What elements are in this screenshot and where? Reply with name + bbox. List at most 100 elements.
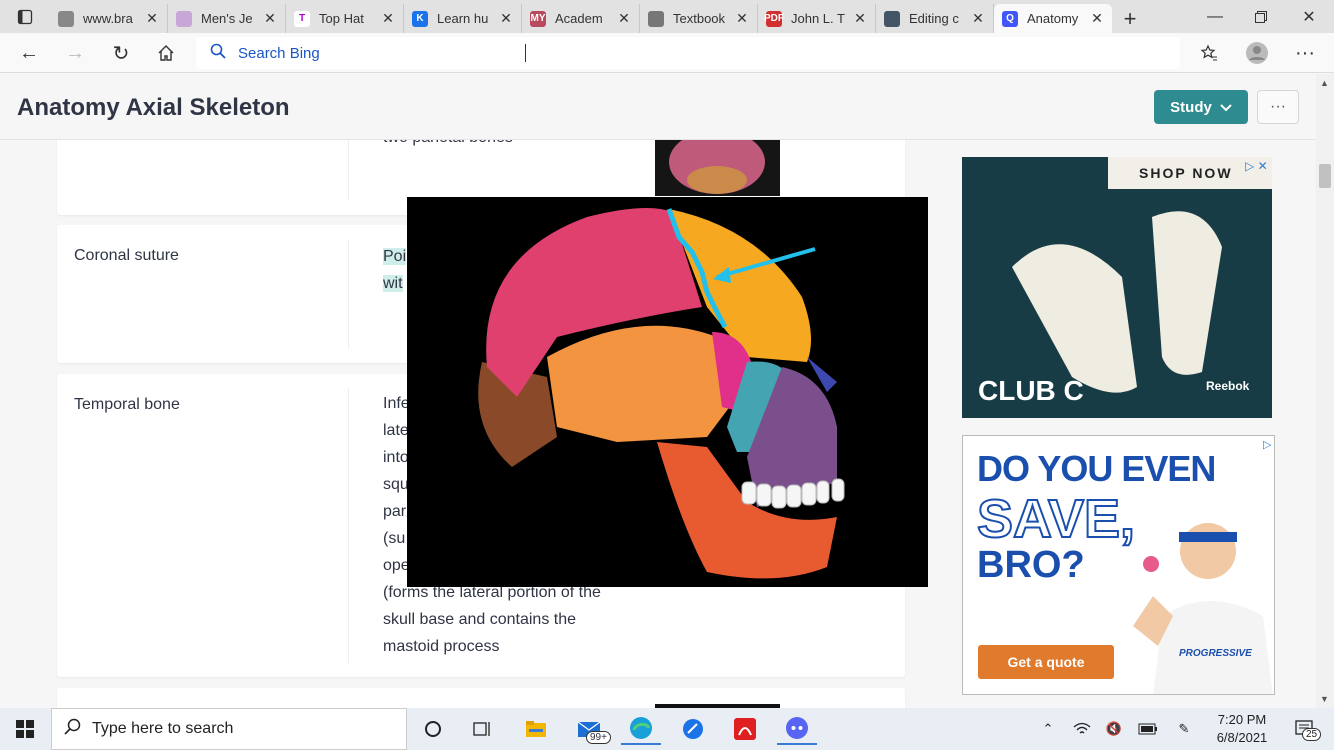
address-input[interactable]	[238, 44, 1111, 62]
progressive-ad[interactable]: ▷ DO YOU EVEN SAVE, BRO? Get a quote PRO…	[962, 435, 1275, 695]
tab-favicon-icon	[884, 10, 900, 27]
card-divider	[348, 140, 349, 200]
browser-tab[interactable]: PDF John L. T ✕	[758, 4, 876, 33]
get-quote-button[interactable]: Get a quote	[978, 645, 1114, 679]
forward-icon[interactable]: →	[59, 38, 91, 68]
tab-label: Anatomy	[1027, 11, 1079, 26]
study-label: Study	[1170, 98, 1212, 116]
ad-headline-2: SAVE,	[976, 488, 1136, 550]
tab-favicon-icon: K	[412, 10, 428, 27]
tab-label: Top Hat	[319, 11, 364, 26]
close-tab-icon[interactable]: ✕	[499, 10, 513, 27]
new-tab-button[interactable]: +	[1112, 4, 1148, 33]
card-term: Coronal suture	[74, 247, 179, 264]
windows-taskbar: Type here to search 99+ ⌃ 🔇 ✎ 7:20 PM 6/…	[0, 708, 1334, 750]
browser-tab[interactable]: Editing c ✕	[876, 4, 994, 33]
volume-mute-icon[interactable]: 🔇	[1102, 708, 1126, 750]
favorites-icon[interactable]	[1193, 38, 1225, 68]
acrobat-icon[interactable]	[725, 713, 765, 745]
minimize-button[interactable]: —	[1192, 0, 1238, 33]
wifi-icon[interactable]	[1070, 708, 1094, 750]
taskbar-search[interactable]: Type here to search	[51, 708, 407, 750]
tab-actions-icon[interactable]	[0, 0, 50, 33]
tray-chevron-icon[interactable]: ⌃	[1036, 708, 1060, 750]
home-icon[interactable]	[150, 38, 182, 68]
definition-line: skull base and contains the	[383, 611, 577, 628]
clock[interactable]: 7:20 PM 6/8/2021	[1206, 708, 1278, 750]
settings-more-icon[interactable]: ···	[1289, 38, 1321, 68]
tab-label: Textbook	[673, 11, 726, 26]
browser-toolbar: ← → ↻ ···	[0, 33, 1334, 73]
browser-tab[interactable]: Q Anatomy ✕	[994, 4, 1112, 33]
close-window-button[interactable]: ✕	[1286, 0, 1332, 33]
scrollbar-thumb[interactable]	[1319, 164, 1331, 188]
browser-tab[interactable]: MY Academ ✕	[522, 4, 640, 33]
browser-tab[interactable]: Men's Je ✕	[168, 4, 286, 33]
notification-badge: 25	[1302, 728, 1322, 741]
text-caret	[525, 44, 526, 62]
page-title: Anatomy Axial Skeleton	[17, 94, 290, 121]
reebok-ad[interactable]: SHOP NOW ▷ ✕ CLUB C Reebok	[962, 157, 1272, 418]
tab-favicon-icon: Q	[1002, 10, 1018, 27]
pen-icon[interactable]: ✎	[1172, 708, 1196, 750]
profile-avatar[interactable]	[1241, 38, 1273, 68]
ad-choices-icon[interactable]: ▷	[1263, 438, 1271, 451]
browser-tab[interactable]: Textbook ✕	[640, 4, 758, 33]
reebok-logo: Reebok	[1206, 379, 1250, 393]
mail-icon[interactable]: 99+	[570, 713, 611, 745]
notification-icon[interactable]: 25	[1288, 708, 1322, 750]
ad-brand-line: CLUB C	[978, 375, 1084, 406]
card-divider	[348, 388, 349, 663]
discord-icon[interactable]	[777, 713, 817, 745]
clock-time: 7:20 PM	[1217, 712, 1267, 727]
clock-date: 6/8/2021	[1216, 730, 1268, 745]
ad-shop-now[interactable]: SHOP NOW	[1139, 165, 1233, 181]
more-options-button[interactable]: ···	[1257, 90, 1299, 124]
scroll-down-icon[interactable]: ▼	[1320, 694, 1329, 704]
page-scrollbar[interactable]: ▲ ▼	[1316, 74, 1334, 708]
close-tab-icon[interactable]: ✕	[263, 10, 277, 27]
mail-badge: 99+	[586, 731, 611, 744]
ad-choices-icon[interactable]: ▷ ✕	[1245, 159, 1268, 173]
definition-line: Poi	[383, 248, 407, 265]
scroll-up-icon[interactable]: ▲	[1320, 78, 1329, 88]
address-bar[interactable]	[196, 37, 1180, 69]
close-tab-icon[interactable]: ✕	[735, 10, 749, 27]
study-button[interactable]: Study	[1154, 90, 1248, 124]
cortana-icon[interactable]	[413, 713, 453, 745]
battery-icon[interactable]	[1136, 708, 1160, 750]
restore-button[interactable]	[1238, 0, 1284, 33]
tab-label: Men's Je	[201, 11, 253, 26]
close-tab-icon[interactable]: ✕	[853, 10, 867, 27]
parietal-thumbnail[interactable]	[655, 140, 780, 196]
close-tab-icon[interactable]: ✕	[617, 10, 631, 27]
task-view-icon[interactable]	[463, 713, 503, 745]
close-tab-icon[interactable]: ✕	[145, 10, 159, 27]
tab-favicon-icon: T	[294, 10, 310, 27]
progressive-logo: PROGRESSIVE	[1179, 648, 1252, 659]
tab-favicon-icon	[648, 10, 664, 27]
card-divider	[348, 239, 349, 349]
browser-tab[interactable]: K Learn hu ✕	[404, 4, 522, 33]
tab-label: Academ	[555, 11, 603, 26]
edge-icon[interactable]	[621, 713, 661, 745]
browser-tab[interactable]: www.bra ✕	[50, 4, 168, 33]
back-icon[interactable]: ←	[13, 38, 45, 68]
tab-label: Learn hu	[437, 11, 489, 26]
page-header: Anatomy Axial Skeleton Study ···	[0, 74, 1316, 140]
tab-favicon-icon: PDF	[764, 10, 784, 27]
refresh-icon[interactable]: ↻	[105, 38, 137, 68]
close-tab-icon[interactable]: ✕	[1090, 10, 1104, 27]
definition-line: wit	[383, 275, 403, 292]
ad-headline-3: BRO?	[977, 544, 1085, 586]
file-explorer-icon[interactable]	[516, 713, 556, 745]
tab-favicon-icon	[176, 10, 192, 27]
browser-tab[interactable]: T Top Hat ✕	[286, 4, 404, 33]
skull-image-overlay[interactable]	[407, 197, 928, 587]
chevron-down-icon	[1220, 99, 1232, 116]
card-definition: two parietal bones	[383, 140, 633, 151]
app-icon-compass[interactable]	[673, 713, 713, 745]
close-tab-icon[interactable]: ✕	[971, 10, 985, 27]
close-tab-icon[interactable]: ✕	[381, 10, 395, 27]
windows-start-icon[interactable]	[5, 713, 45, 745]
